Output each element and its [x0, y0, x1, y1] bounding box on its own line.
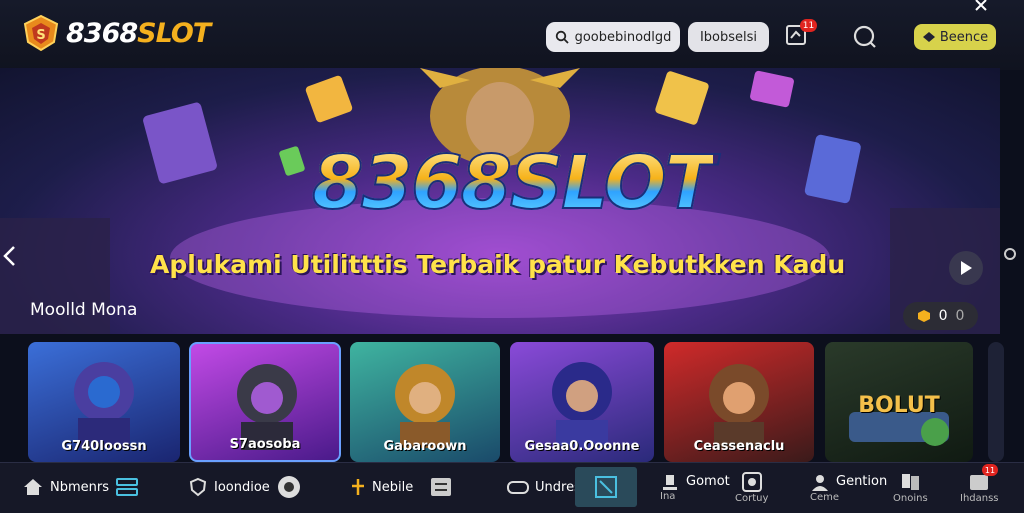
nav-label: Nbmenrs	[50, 479, 109, 495]
brand-name: 8368SLOT	[66, 17, 211, 49]
game-tile[interactable]: Gesaa0.Ooonne	[510, 342, 654, 462]
image-icon	[595, 476, 617, 498]
nav-item-mobile[interactable]: Nebile	[350, 462, 453, 512]
nav-item-download[interactable]: Ioondioe	[188, 462, 302, 512]
primary-login-button[interactable]: Beence	[914, 24, 996, 50]
brand-number: 8368	[66, 17, 138, 49]
secondary-button[interactable]: Ibobselsi	[688, 22, 769, 52]
notification-badge: 11	[800, 19, 817, 32]
user-icon	[812, 474, 828, 491]
search-label: goobebinodlgd	[574, 29, 672, 45]
nav-sublabel: Onoins	[893, 492, 928, 504]
shield-icon	[189, 477, 207, 497]
plus-icon	[352, 479, 364, 495]
nav-label: Gention	[836, 474, 888, 489]
banner-next-button[interactable]	[949, 251, 983, 285]
nav-label: Undres	[535, 479, 581, 495]
nav-sublabel: Ihdanss	[960, 492, 999, 504]
chat-icon	[741, 471, 762, 492]
game-label: Gesaa0.Ooonne	[524, 439, 640, 454]
primary-button-label: Beence	[939, 29, 989, 45]
nav-item-community[interactable]: Cortuy	[735, 462, 768, 512]
nav-sublabel: Ceme	[810, 491, 840, 503]
nav-item-options[interactable]: Onoins	[893, 462, 928, 512]
svg-text:S: S	[36, 28, 45, 43]
home-icon	[24, 479, 42, 495]
banner-controls[interactable]: 0 0	[903, 302, 978, 330]
nav-item-members[interactable]: Nbmenrs	[22, 462, 139, 512]
banner-caption: Moolld Mona	[30, 300, 138, 320]
banner-subtitle: Aplukami Utilitttis Terbaik patur Kebutk…	[150, 250, 846, 279]
nav-label: Gomot	[686, 474, 730, 489]
game-label: G740Ioossn	[61, 439, 147, 454]
game-label: Gabaroown	[383, 439, 467, 454]
nav-item-active[interactable]	[575, 467, 637, 507]
game-tile[interactable]: G740Ioossn	[28, 342, 180, 462]
close-icon[interactable]	[974, 0, 990, 12]
target-icon	[277, 476, 300, 498]
nav-sublabel: Ina	[660, 490, 676, 502]
list-icon	[431, 478, 452, 496]
nav-item-undres[interactable]: Undres	[507, 462, 581, 512]
game-label: BOLUT	[858, 393, 940, 418]
controller-icon	[507, 481, 529, 494]
nav-item-gomot[interactable]: Gomot Ina	[660, 462, 730, 512]
inbox-badge: 11	[982, 464, 998, 476]
brand-word: SLOT	[137, 17, 211, 49]
nav-label: Ioondioe	[214, 479, 270, 495]
search-icon	[555, 30, 569, 44]
cards-icon	[902, 473, 920, 490]
side-scroll-indicator[interactable]	[1004, 248, 1016, 260]
banner-control-a: 0	[938, 308, 948, 324]
game-tile[interactable]: S7aosoba	[189, 342, 341, 462]
game-tile[interactable]: Ceassenaclu	[664, 342, 814, 462]
cube-icon	[917, 310, 930, 322]
game-label: S7aosoba	[229, 437, 301, 452]
hand-icon	[922, 32, 935, 42]
trophy-icon	[663, 474, 677, 490]
brand-logo[interactable]: S 8368SLOT	[22, 14, 211, 52]
banner-prev-icon[interactable]	[0, 244, 18, 268]
nav-label: Nebile	[372, 479, 414, 495]
game-tile[interactable]: BOLUT	[825, 342, 973, 462]
play-arrow-icon	[961, 261, 972, 275]
menu-icon	[116, 478, 138, 496]
game-label: Ceassenaclu	[693, 439, 785, 454]
search-circle-icon[interactable]	[852, 24, 878, 50]
game-tile[interactable]: Gabaroown	[350, 342, 500, 462]
nav-item-gention[interactable]: Gention Ceme	[810, 462, 887, 512]
game-tile-partial[interactable]	[988, 342, 1004, 462]
search-button[interactable]: goobebinodlgd	[546, 22, 680, 52]
banner-control-b: 0	[955, 308, 965, 324]
nav-sublabel: Cortuy	[735, 492, 769, 504]
banner-title: 8368SLOT	[311, 139, 716, 227]
shield-logo-icon: S	[23, 14, 59, 52]
